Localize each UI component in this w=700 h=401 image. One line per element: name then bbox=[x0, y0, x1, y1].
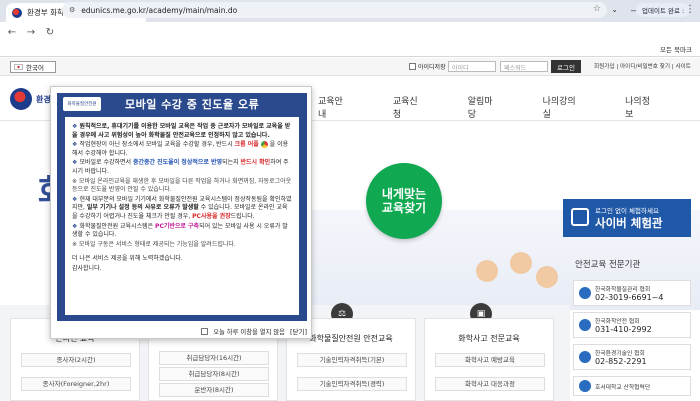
notice-popup: 화학물질안전원 모바일 수강 중 진도율 오류 ❖ 원칙적으로, 휴대기기를 이… bbox=[50, 86, 312, 339]
course-item[interactable]: 취급담당자(16시간) bbox=[159, 351, 269, 365]
org-item[interactable]: 호서대학교 산학협력단 bbox=[573, 376, 691, 396]
checkbox-box[interactable] bbox=[409, 63, 416, 70]
course-item[interactable]: 기술인력자격취득(기본) bbox=[297, 353, 407, 367]
popup-paragraph: ❖ 작업현장이 아닌 장소에서 모바일 교육을 수강할 경우, 반드시 크롬 어… bbox=[72, 141, 289, 157]
main-navigation: 교육안내 교육신청 알림마당 나의강의실 나의정보 bbox=[318, 94, 700, 120]
card-title: 화학사고 전문교육 bbox=[458, 334, 520, 343]
popup-content: 화학물질안전원 모바일 수강 중 진도율 오류 ❖ 원칙적으로, 휴대기기를 이… bbox=[57, 93, 307, 321]
reload-icon[interactable]: ↻ bbox=[44, 27, 56, 38]
all-bookmarks-link[interactable]: 모든 북마크 bbox=[660, 44, 692, 54]
course-item[interactable]: 화학사고 예방교육 bbox=[435, 353, 545, 367]
popup-body: ❖ 원칙적으로, 휴대기기를 이용한 모바일 교육은 작업 중 근로자가 모바일… bbox=[65, 117, 299, 315]
popup-paragraph: ❖ 현재 대부분의 모바일 기기에서 화학물질안전원 교육시스템이 정상작동됨을… bbox=[72, 195, 292, 220]
people-illustration bbox=[470, 250, 560, 310]
org-logo-icon bbox=[579, 351, 591, 363]
menu-kebab-icon[interactable]: ⋮ bbox=[685, 4, 695, 15]
popup-title: 모바일 수강 중 진도율 오류 bbox=[125, 98, 260, 111]
course-item[interactable]: 기술인력자격취득(경력) bbox=[297, 377, 407, 391]
org-name: 한국환경기술인 협회 bbox=[595, 351, 645, 357]
popup-logo: 화학물질안전원 bbox=[63, 97, 101, 111]
course-card-accident: 화학사고 전문교육 화학사고 예방교육 화학사고 대응과정 bbox=[424, 318, 554, 401]
popup-close-button[interactable]: [닫기] bbox=[290, 326, 307, 336]
popup-footer: 오늘 하루 이창을 열지 않음 [닫기] bbox=[51, 324, 311, 338]
id-save-checkbox[interactable]: 아이디저장 bbox=[409, 62, 446, 71]
course-item[interactable]: 화학사고 대응과정 bbox=[435, 377, 545, 391]
course-item[interactable]: 운반자(8시간) bbox=[159, 383, 269, 397]
language-select[interactable]: 한국어 bbox=[10, 61, 56, 73]
org-logo-icon bbox=[579, 319, 591, 331]
popup-closing: 더 나은 서비스 제공을 위해 노력하겠습니다. bbox=[72, 255, 183, 263]
course-item[interactable]: 종사자(2시간) bbox=[21, 353, 131, 367]
find-course-button[interactable]: 내게맞는 교육찾기 bbox=[366, 163, 442, 239]
tab-search-icon[interactable]: ⌄ bbox=[611, 5, 618, 14]
org-item[interactable]: 한국화학물질관리 협회 02-3019-6691~4 bbox=[573, 280, 691, 306]
org-list: 한국화학물질관리 협회 02-3019-6691~4 한국화학안전 협회 031-4… bbox=[573, 280, 691, 401]
password-input[interactable]: 패스워드 bbox=[500, 61, 548, 72]
org-tel: 02-3019-6691~4 bbox=[595, 293, 664, 302]
site-favicon-icon bbox=[12, 7, 22, 18]
back-arrow-icon[interactable]: ← bbox=[6, 27, 18, 38]
person-head-icon bbox=[510, 252, 532, 274]
org-item[interactable]: 한국화학안전 협회 031-410-2992 bbox=[573, 312, 691, 338]
id-input[interactable]: 아이디 bbox=[448, 61, 496, 72]
nav-edu-apply[interactable]: 교육신청 bbox=[393, 94, 424, 120]
cyber-small-text: 로그인 없이 체험하세요 bbox=[595, 207, 659, 215]
org-item[interactable]: 한국환경기술인 협회 02-852-2291 bbox=[573, 344, 691, 370]
person-head-icon bbox=[476, 260, 498, 282]
nav-edu-info[interactable]: 교육안내 bbox=[318, 94, 349, 120]
hide-today-label: 오늘 하루 이창을 열지 않음 bbox=[213, 328, 285, 336]
bookmarks-bar: 모든 북마크 bbox=[0, 42, 700, 57]
person-head-icon bbox=[536, 266, 558, 288]
org-tel: 02-852-2291 bbox=[595, 357, 647, 366]
popup-paragraph: ❖ 화학물질안전원 교육시스템은 PC기반으로 구축되어 있는 모바일 사용 시… bbox=[72, 222, 288, 239]
korea-flag-icon bbox=[14, 64, 23, 70]
popup-note: ※ 모바일 구동은 서비스 형태로 제공되는 기능임을 알려드립니다. bbox=[72, 240, 236, 248]
login-button[interactable]: 로그인 bbox=[551, 60, 581, 73]
cyber-experience-banner[interactable]: 로그인 없이 체험하세요 사이버 체험관 bbox=[563, 199, 691, 237]
popup-note: ※ 모바일 온라인교육을 재생한 후 모바일을 다른 작업을 하거나 화면꺼짐,… bbox=[72, 177, 292, 194]
org-name: 한국화학물질관리 협회 bbox=[595, 287, 651, 293]
site-utility-bar: 한국어 아이디저장 아이디 패스워드 로그인 회원가입 | 아이디/비밀번호 찾… bbox=[0, 58, 700, 76]
id-save-label: 아이디저장 bbox=[418, 64, 446, 71]
course-item[interactable]: 종사자(Foreigner,2hr) bbox=[21, 377, 131, 391]
member-links[interactable]: 회원가입 | 아이디/비밀번호 찾기 | 사이트 bbox=[594, 62, 691, 70]
popup-paragraph: ❖ 모바일로 수강하면서 중간중간 진도율이 정상적으로 반영되는지 반드시 확… bbox=[72, 159, 289, 175]
cyber-large-text: 사이버 체험관 bbox=[595, 216, 663, 230]
nav-my-classroom[interactable]: 나의강의실 bbox=[543, 94, 582, 120]
bookmark-star-icon[interactable]: ☆ bbox=[593, 4, 601, 14]
address-bar[interactable]: ⚙ edunics.me.go.kr/academy/main/main.do … bbox=[62, 2, 607, 18]
org-name: 호서대학교 산학협력단 bbox=[595, 384, 651, 391]
org-section-title: 안전교육 전문기관 bbox=[575, 260, 641, 270]
update-button[interactable]: 업데이트 완료 : bbox=[636, 3, 691, 17]
org-logo-icon bbox=[579, 287, 591, 299]
monitor-icon bbox=[571, 208, 589, 226]
forward-arrow-icon[interactable]: → bbox=[25, 27, 37, 38]
popup-paragraph: ❖ 원칙적으로, 휴대기기를 이용한 모바일 교육은 작업 중 근로자가 모바일… bbox=[72, 123, 291, 139]
nav-notice[interactable]: 알림마당 bbox=[468, 94, 499, 120]
course-item[interactable]: 취급담당자(8시간) bbox=[159, 367, 269, 381]
ministry-emblem-icon bbox=[10, 88, 32, 110]
language-label: 한국어 bbox=[26, 64, 44, 72]
hide-today-checkbox[interactable] bbox=[201, 327, 209, 335]
browser-toolbar: ← → ↻ bbox=[0, 22, 700, 42]
popup-header: 화학물질안전원 모바일 수강 중 진도율 오류 bbox=[57, 93, 307, 115]
org-tel: 031-410-2992 bbox=[595, 325, 652, 334]
site-info-icon[interactable]: ⚙ bbox=[69, 6, 75, 14]
chrome-icon bbox=[260, 141, 268, 149]
org-logo-icon bbox=[579, 380, 591, 392]
nav-my-info[interactable]: 나의정보 bbox=[625, 94, 656, 120]
find-course-line2: 교육찾기 bbox=[381, 201, 427, 215]
org-name: 한국화학안전 협회 bbox=[595, 319, 640, 325]
url-text: edunics.me.go.kr/academy/main/main.do bbox=[81, 5, 238, 15]
popup-thanks: 감사합니다. bbox=[72, 264, 102, 272]
find-course-line1: 내게맞는 bbox=[381, 187, 427, 201]
